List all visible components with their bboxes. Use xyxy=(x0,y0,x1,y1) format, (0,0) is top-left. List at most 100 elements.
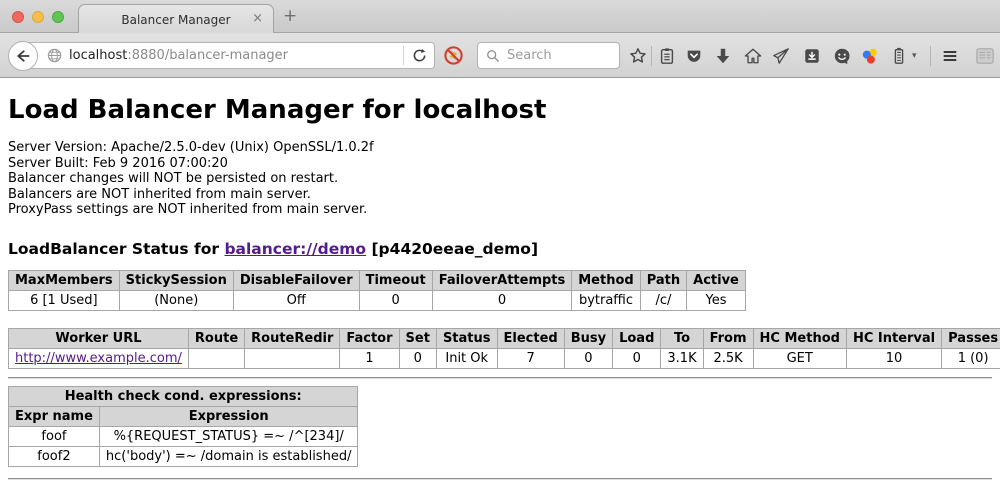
close-window-button[interactable] xyxy=(12,11,24,23)
worker-url-link[interactable]: http://www.example.com/ xyxy=(15,351,182,366)
cell-expr-name: foof xyxy=(9,426,100,446)
menu-icon[interactable] xyxy=(941,47,959,65)
cell-factor: 1 xyxy=(340,348,399,368)
tab-balancer-manager[interactable]: Balancer Manager × xyxy=(78,4,274,34)
cell-elected: 7 xyxy=(497,348,564,368)
url-bar[interactable]: localhost:8880/balancer-manager xyxy=(24,42,435,69)
worker-table: Worker URL Route RouteRedir Factor Set S… xyxy=(8,328,1000,369)
col-set: Set xyxy=(399,328,436,348)
cell-expression: hc('body') =~ /domain is established/ xyxy=(99,446,358,466)
page-bottom-divider xyxy=(8,478,992,480)
col-busy: Busy xyxy=(564,328,612,348)
cell-expression: %{REQUEST_STATUS} =~ /^[234]/ xyxy=(99,426,358,446)
cell-from: 2.5K xyxy=(703,348,753,368)
cell-expr-name: foof2 xyxy=(9,446,100,466)
health-data-row: foof %{REQUEST_STATUS} =~ /^[234]/ xyxy=(9,426,358,446)
titlebar: Balancer Manager × + xyxy=(0,0,1000,33)
balancer-demo-link[interactable]: balancer://demo xyxy=(224,240,366,258)
pocket-icon[interactable] xyxy=(685,47,703,65)
health-table-caption: Health check cond. expressions: xyxy=(9,386,358,406)
toolbar-divider xyxy=(651,46,652,66)
col-maxmembers: MaxMembers xyxy=(9,270,120,290)
cell-timeout: 0 xyxy=(359,290,432,310)
tab-close-icon[interactable]: × xyxy=(252,11,263,27)
cell-disablefailover: Off xyxy=(233,290,359,310)
download-box-icon[interactable] xyxy=(803,47,821,65)
cell-routeredir xyxy=(245,348,340,368)
traffic-lights xyxy=(12,11,64,23)
proxypass-notice-line: ProxyPass settings are NOT inherited fro… xyxy=(8,202,992,218)
col-timeout: Timeout xyxy=(359,270,432,290)
col-to: To xyxy=(661,328,703,348)
cell-busy: 0 xyxy=(564,348,612,368)
health-data-row: foof2 hc('body') =~ /domain is establish… xyxy=(9,446,358,466)
browser-window: Balancer Manager × + localhost:8880/bala… xyxy=(0,0,1000,491)
home-icon[interactable] xyxy=(744,47,762,65)
cell-hc-method: GET xyxy=(753,348,846,368)
col-from: From xyxy=(703,328,753,348)
cell-set: 0 xyxy=(399,348,436,368)
minimize-window-button[interactable] xyxy=(32,11,44,23)
share-icon[interactable] xyxy=(772,47,790,65)
hello-smiley-icon[interactable] xyxy=(833,47,851,65)
cell-maxmembers: 6 [1 Used] xyxy=(9,290,120,310)
cell-active: Yes xyxy=(687,290,746,310)
cell-stickysession: (None) xyxy=(119,290,233,310)
overflow-caret-icon[interactable]: ▾ xyxy=(912,51,917,61)
section-divider xyxy=(8,377,992,379)
page-content: Load Balancer Manager for localhost Serv… xyxy=(0,78,1000,480)
downloads-icon[interactable] xyxy=(714,47,732,65)
new-tab-button[interactable]: + xyxy=(283,6,297,26)
status-prefix: LoadBalancer Status for xyxy=(8,240,224,258)
reload-button[interactable] xyxy=(404,48,434,63)
worker-data-row: http://www.example.com/ 1 0 Init Ok 7 0 … xyxy=(9,348,1000,368)
col-factor: Factor xyxy=(340,328,399,348)
battery-icon[interactable] xyxy=(890,47,908,65)
worker-header-row: Worker URL Route RouteRedir Factor Set S… xyxy=(9,328,1000,348)
flashblock-icon[interactable] xyxy=(443,45,464,66)
toolbar-divider xyxy=(930,46,931,66)
col-load: Load xyxy=(613,328,661,348)
clipboard-icon[interactable] xyxy=(658,47,676,65)
col-routeredir: RouteRedir xyxy=(245,328,340,348)
cell-status: Init Ok xyxy=(436,348,497,368)
cell-method: bytraffic xyxy=(572,290,640,310)
reload-icon xyxy=(412,48,427,63)
back-button[interactable] xyxy=(8,41,38,71)
col-active: Active xyxy=(687,270,746,290)
url-host: localhost xyxy=(69,48,127,63)
col-expression: Expression xyxy=(99,406,358,426)
col-failoverattempts: FailoverAttempts xyxy=(432,270,572,290)
health-check-table: Health check cond. expressions: Expr nam… xyxy=(8,386,358,467)
tab-groups-icon[interactable] xyxy=(976,47,994,65)
bookmark-star-icon[interactable] xyxy=(629,47,647,65)
status-suffix: [p4420eeae_demo] xyxy=(366,240,538,258)
col-worker-url: Worker URL xyxy=(9,328,189,348)
col-hc-interval: HC Interval xyxy=(846,328,941,348)
cell-path: /c/ xyxy=(640,290,686,310)
loadbalancer-status-heading: LoadBalancer Status for balancer://demo … xyxy=(8,240,992,258)
col-stickysession: StickySession xyxy=(119,270,233,290)
search-bar[interactable]: Search xyxy=(477,42,620,69)
page-title: Load Balancer Manager for localhost xyxy=(8,78,992,125)
col-disablefailover: DisableFailover xyxy=(233,270,359,290)
cell-passes: 1 (0) xyxy=(942,348,1000,368)
cell-worker-url: http://www.example.com/ xyxy=(9,348,189,368)
server-version-line: Server Version: Apache/2.5.0-dev (Unix) … xyxy=(8,140,992,156)
navigation-toolbar: localhost:8880/balancer-manager Search xyxy=(0,33,1000,78)
col-status: Status xyxy=(436,328,497,348)
server-info: Server Version: Apache/2.5.0-dev (Unix) … xyxy=(8,140,992,218)
col-route: Route xyxy=(188,328,244,348)
cell-load: 0 xyxy=(613,348,661,368)
zoom-window-button[interactable] xyxy=(52,11,64,23)
cell-hc-interval: 10 xyxy=(846,348,941,368)
col-hc-method: HC Method xyxy=(753,328,846,348)
cell-failoverattempts: 0 xyxy=(432,290,572,310)
video-downloadhelper-icon[interactable] xyxy=(861,47,879,65)
col-path: Path xyxy=(640,270,686,290)
health-header-row: Expr name Expression xyxy=(9,406,358,426)
search-placeholder: Search xyxy=(507,48,552,63)
persist-notice-line: Balancer changes will NOT be persisted o… xyxy=(8,171,992,187)
url-path: :8880/balancer-manager xyxy=(127,48,288,63)
col-elected: Elected xyxy=(497,328,564,348)
